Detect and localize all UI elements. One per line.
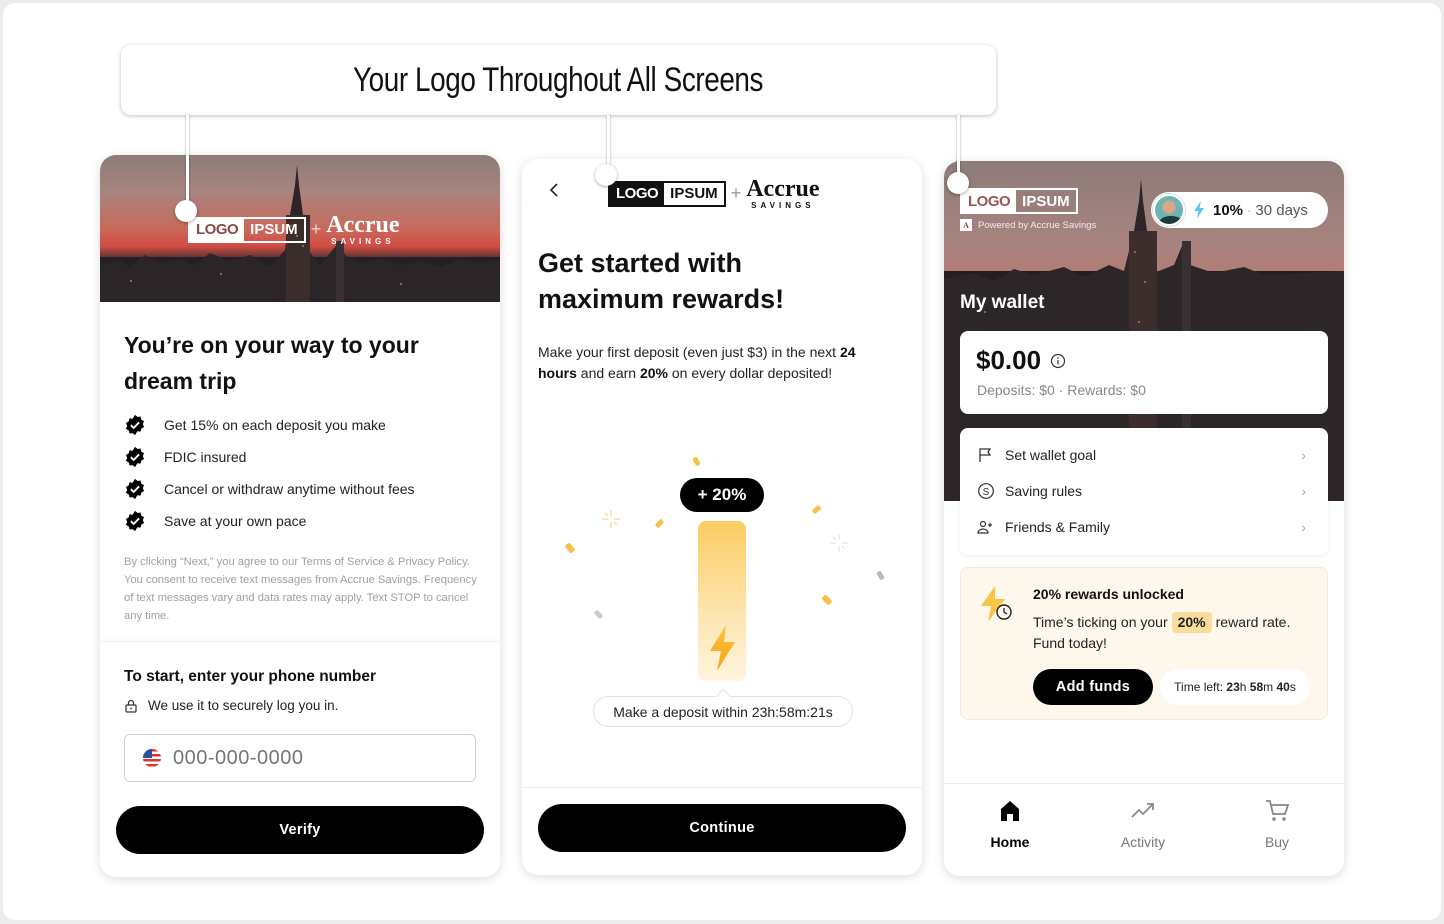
verified-check-icon [125, 446, 145, 468]
confetti-piece [821, 594, 833, 606]
verified-check-icon [125, 510, 145, 532]
chevron-left-icon[interactable] [546, 179, 562, 201]
partner-logo: LOGO IPSUM [188, 216, 306, 243]
lightning-clock-icon [981, 586, 1012, 622]
chevron-right-icon: › [1301, 447, 1306, 463]
partner-logo: LOGO IPSUM [608, 180, 726, 207]
add-people-icon [977, 520, 992, 534]
confetti-piece [654, 518, 665, 529]
tab-activity[interactable]: Activity [1083, 798, 1203, 850]
confetti-piece [564, 542, 576, 554]
reward-status-pill[interactable]: 10% · 30 days [1151, 192, 1328, 228]
powered-by-label: A Powered by Accrue Savings [960, 219, 1096, 231]
balance-breakdown: Deposits: $0 · Rewards: $0 [977, 382, 1146, 398]
continue-button[interactable]: Continue [538, 804, 906, 852]
time-left-countdown: Time left: 23 h 58 m 40 s [1160, 669, 1310, 705]
menu-item-friends-family[interactable]: Friends & Family › [960, 509, 1328, 545]
bottom-tab-bar: Home Activity Buy [944, 783, 1344, 876]
lightning-bolt-icon [1194, 201, 1204, 219]
menu-item-saving-rules[interactable]: S Saving rules › [960, 473, 1328, 509]
cart-icon [1266, 800, 1290, 821]
back-button[interactable] [546, 179, 562, 201]
verify-button[interactable]: Verify [116, 806, 484, 854]
trending-up-icon [1131, 803, 1154, 818]
chevron-right-icon: › [1301, 519, 1306, 535]
wallet-screen: LOGO IPSUM A Powered by Accrue Savings 1… [944, 161, 1344, 876]
benefit-item: Save at your own pace [124, 505, 415, 537]
sparkle-icon [830, 534, 848, 552]
menu-item-set-wallet-goal[interactable]: Set wallet goal › [960, 437, 1328, 473]
lock-icon [125, 699, 137, 713]
page-title: You’re on your way to your dream trip [124, 332, 419, 394]
page-title: Get started with maximum rewards! [538, 248, 785, 314]
balance-card: $0.00 Deposits: $0 · Rewards: $0 [960, 331, 1328, 414]
wallet-title: My wallet [960, 292, 1045, 313]
accrue-logo: Accrue SAVINGS [326, 212, 400, 246]
accrue-a-icon: A [960, 219, 972, 231]
reward-percent-badge: + 20% [680, 478, 764, 512]
flag-icon [979, 448, 992, 462]
promo-title: 20% rewards unlocked [1033, 586, 1184, 602]
deposit-timer: Make a deposit within 23h:58m:21s [593, 696, 853, 727]
avatar[interactable] [1153, 194, 1185, 226]
phone-entry-section: To start, enter your phone number We use… [100, 641, 500, 877]
chevron-right-icon: › [1301, 483, 1306, 499]
verified-check-icon [125, 414, 145, 436]
brand-logo-lockup: LOGO IPSUM + Accrue SAVINGS [188, 213, 400, 246]
wallet-menu: Set wallet goal › S Saving rules › Frien… [960, 428, 1328, 555]
promo-text: Time’s ticking on your 20% reward rate. Fu… [1033, 612, 1291, 651]
add-funds-button[interactable]: Add funds [1033, 669, 1153, 705]
connector-dot [595, 164, 617, 186]
home-icon [1001, 801, 1019, 821]
verified-check-icon [125, 478, 145, 500]
rewards-description: Make your first deposit (even just $3) i… [538, 344, 856, 381]
phone-number-field[interactable] [124, 734, 476, 782]
sparkle-icon [602, 510, 620, 528]
connector-dot [947, 172, 969, 194]
connector-line [957, 115, 960, 177]
benefit-item: Cancel or withdraw anytime without fees [124, 473, 415, 505]
dollar-circle-icon: S [978, 483, 994, 499]
reward-rate-chip: 20% [1171, 612, 1212, 633]
benefit-item: FDIC insured [124, 441, 415, 473]
balance-amount: $0.00 [976, 345, 1066, 376]
banner-title: Your Logo Throughout All Screens [353, 60, 764, 99]
connector-line [186, 115, 189, 210]
rewards-promo-card: 20% rewards unlocked Time’s ticking on y… [960, 567, 1328, 720]
phone-number-input[interactable] [173, 746, 453, 770]
confetti-piece [692, 456, 701, 467]
partner-logo: LOGO IPSUM [960, 188, 1078, 214]
tab-buy[interactable]: Buy [1217, 798, 1337, 850]
lightning-bolt-icon [710, 625, 735, 671]
benefit-list: Get 15% on each deposit you make FDIC in… [124, 409, 415, 537]
accrue-logo: Accrue SAVINGS [746, 176, 820, 210]
svg-text:S: S [983, 487, 990, 498]
confetti-piece [876, 570, 885, 581]
feature-banner: Your Logo Throughout All Screens [121, 45, 996, 115]
connector-dot [175, 200, 197, 222]
us-flag-icon[interactable] [143, 749, 161, 767]
confetti-piece [593, 609, 604, 620]
benefit-item: Get 15% on each deposit you make [124, 409, 415, 441]
footer: Continue [522, 787, 922, 875]
legal-disclaimer: By clicking “Next,” you agree to our Ter… [124, 556, 477, 622]
connector-line [607, 115, 610, 170]
secure-note: We use it to securely log you in. [124, 698, 338, 713]
brand-logo-lockup: LOGO IPSUM + Accrue SAVINGS [608, 177, 820, 210]
phone-heading: To start, enter your phone number [124, 668, 377, 685]
info-icon[interactable] [1050, 353, 1066, 369]
tab-home[interactable]: Home [950, 798, 1070, 850]
rewards-intro-screen: LOGO IPSUM + Accrue SAVINGS Get started … [522, 159, 922, 875]
hero-image: LOGO IPSUM + Accrue SAVINGS [100, 155, 500, 302]
signup-screen: LOGO IPSUM + Accrue SAVINGS You’re on yo… [100, 155, 500, 877]
confetti-piece [811, 504, 822, 515]
